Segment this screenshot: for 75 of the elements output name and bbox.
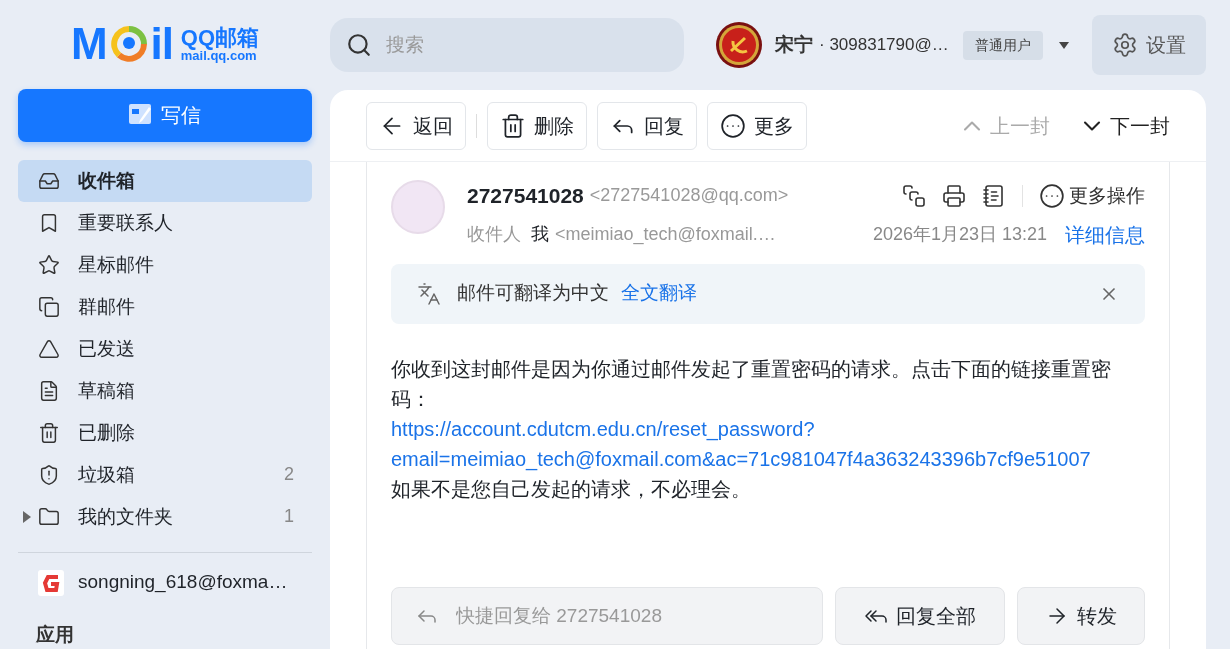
folder-icon: [38, 505, 60, 528]
quick-reply-field[interactable]: 快捷回复给 2727541028: [391, 587, 823, 645]
more-icon: [1039, 182, 1065, 209]
shield-icon: [38, 463, 60, 486]
star-icon: [38, 253, 60, 276]
body-paragraph: 你收到这封邮件是因为你通过邮件发起了重置密码的请求。点击下面的链接重置密码：: [391, 356, 1112, 412]
user-name: 宋宁: [775, 32, 813, 57]
stacked-squares-icon: [38, 295, 60, 318]
toolbar-button[interactable]: 删除: [487, 101, 587, 150]
folder-item[interactable]: 我的文件夹 1: [18, 495, 312, 538]
translate-link[interactable]: 全文翻译: [621, 279, 697, 308]
folder-label: 已删除: [78, 420, 136, 445]
folder-item[interactable]: 已发送: [18, 327, 312, 370]
mail-date: 2026年1月23日 13:21: [872, 223, 1047, 246]
document-icon: [38, 379, 60, 402]
trash-icon: [38, 421, 60, 444]
caret-right-icon[interactable]: [23, 510, 31, 523]
toolbar-button[interactable]: 回复: [597, 101, 697, 150]
recipient-name: 我: [531, 223, 549, 246]
reset-password-link[interactable]: https://account.cdutcm.edu.cn/reset_password?email=meimiao_tech@foxmail.com&ac=71c981047f4a363243396b7cf9e51007: [391, 413, 1133, 474]
search-field[interactable]: 搜索: [330, 18, 684, 72]
translate-hint: 邮件可翻译为中文: [457, 281, 609, 306]
folder-label: 重要联系人: [78, 210, 174, 235]
compose-button[interactable]: 写信: [18, 88, 312, 142]
note-icon[interactable]: [982, 183, 1006, 208]
folder-label: 群邮件: [78, 294, 136, 319]
toolbar-button[interactable]: 更多: [707, 101, 807, 150]
avatar-emblem-icon[interactable]: [715, 21, 763, 69]
search-icon: [346, 32, 372, 58]
more-actions-button[interactable]: 更多操作: [1039, 181, 1145, 210]
trash-icon: [500, 112, 526, 139]
new-window-icon[interactable]: [902, 183, 926, 208]
recipient-address: <meimiao_tech@foxmail.…: [555, 223, 776, 247]
folder-label: 收件箱: [78, 168, 136, 193]
folder-item[interactable]: 已删除: [18, 411, 312, 454]
compose-icon: [129, 104, 153, 127]
folder-item[interactable]: 垃圾箱 2: [18, 453, 312, 496]
folder-label: 草稿箱: [78, 378, 136, 403]
sender-name: 2727541028: [467, 183, 584, 209]
caret-down-icon[interactable]: [1058, 41, 1069, 49]
folder-item[interactable]: 星标邮件: [18, 243, 312, 286]
folder-label: 已发送: [78, 336, 136, 361]
folder-label: 垃圾箱: [78, 462, 136, 487]
unread-count: 2: [284, 463, 294, 487]
section-heading: 应用: [35, 622, 75, 647]
print-icon[interactable]: [942, 183, 966, 208]
translate-icon: [417, 281, 441, 306]
user-account: · 309831790@…: [819, 34, 949, 57]
logo-domain: mail.qq.com: [180, 48, 257, 62]
reply-all-button[interactable]: 回复全部: [835, 587, 1005, 645]
logo-ring-icon: [110, 26, 147, 63]
logo-name: QQ邮箱: [180, 26, 259, 49]
account-item[interactable]: songning_618@foxma…: [18, 566, 312, 599]
foxmail-logo-icon: [38, 569, 64, 596]
next-mail-button[interactable]: 下一封: [1078, 110, 1170, 141]
settings-icon: [1112, 32, 1138, 58]
triangle-icon: [38, 337, 60, 360]
account-label: songning_618@foxma…: [78, 570, 288, 595]
toolbar-button[interactable]: 返回: [366, 101, 466, 150]
folder-item[interactable]: 重要联系人: [18, 201, 312, 244]
account-type-tag: 普通用户: [962, 30, 1043, 60]
forward-button[interactable]: 转发: [1017, 587, 1145, 645]
recipient-label: 收件人: [467, 223, 521, 246]
folder-item[interactable]: 群邮件: [18, 285, 312, 328]
folder-label: 我的文件夹: [78, 504, 174, 529]
folder-label: 星标邮件: [78, 252, 155, 277]
details-link[interactable]: 详细信息: [1065, 219, 1145, 250]
sender-avatar: [391, 180, 445, 234]
more-icon: [720, 112, 746, 139]
settings-button[interactable]: 设置: [1092, 15, 1206, 75]
sender-address: <2727541028@qq.com>: [589, 184, 789, 208]
folder-item[interactable]: 收件箱: [18, 159, 312, 202]
unread-count: 1: [284, 505, 294, 529]
body-paragraph: 如果不是您自己发起的请求，不必理会。: [391, 476, 752, 502]
folder-item[interactable]: 草稿箱: [18, 369, 312, 412]
